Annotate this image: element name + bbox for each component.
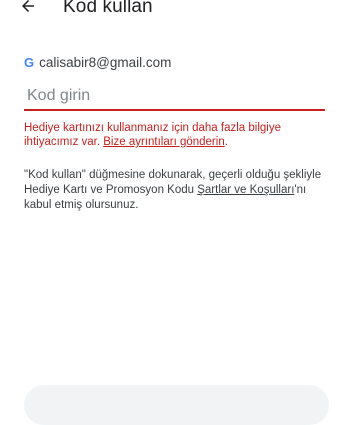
account-email: calisabir8@gmail.com <box>39 55 172 70</box>
terms-notice: "Kod kullan" düğmesine dokunarak, geçerl… <box>24 168 329 213</box>
terms-link[interactable]: Şartlar ve Koşulları <box>197 184 294 196</box>
redeem-button[interactable] <box>24 385 329 425</box>
error-suffix: . <box>224 136 228 148</box>
page-title: Kod kullan <box>63 0 153 17</box>
error-message: Hediye kartınızı kullanmanız için daha f… <box>24 121 329 149</box>
arrow-back-icon <box>22 0 34 12</box>
code-input[interactable] <box>24 83 325 111</box>
send-details-link[interactable]: Bize ayrıntıları gönderin <box>103 136 224 148</box>
app-bar: Kod kullan <box>0 0 353 20</box>
back-button[interactable] <box>16 0 40 18</box>
google-g-icon: G <box>24 55 35 70</box>
account-row: G calisabir8@gmail.com <box>24 55 171 70</box>
